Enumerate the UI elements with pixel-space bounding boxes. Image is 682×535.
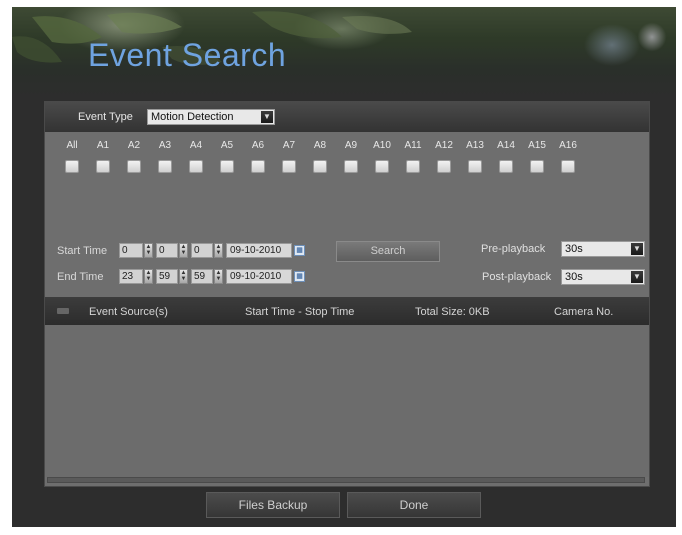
camera-label: A1 — [96, 140, 110, 151]
pre-playback-label: Pre-playback — [481, 243, 546, 255]
camera-checkbox[interactable] — [561, 160, 575, 173]
pre-playback-value: 30s — [565, 243, 583, 255]
camera-label: All — [66, 140, 78, 151]
camera-checkbox[interactable] — [344, 160, 358, 173]
start-hour-field[interactable]: 0 — [119, 243, 143, 258]
end-hour-spinner[interactable]: ▲ ▼ — [144, 269, 153, 284]
post-playback-value: 30s — [565, 271, 583, 283]
camera-label: A9 — [344, 140, 358, 151]
start-minute-spinner[interactable]: ▲ ▼ — [179, 243, 188, 258]
camera-checkbox[interactable] — [251, 160, 265, 173]
page-title: Event Search — [88, 37, 287, 73]
col-event-source: Event Source(s) — [89, 306, 168, 318]
camera-checkbox[interactable] — [65, 160, 79, 173]
camera-checkbox[interactable] — [313, 160, 327, 173]
camera-label: A5 — [220, 140, 234, 151]
end-minute-spinner[interactable]: ▲ ▼ — [179, 269, 188, 284]
camera-label: A6 — [251, 140, 265, 151]
camera-label: A3 — [158, 140, 172, 151]
camera-label: A13 — [466, 140, 484, 151]
end-date-field[interactable]: 09-10-2010 — [226, 269, 292, 284]
end-calendar-icon[interactable]: ▦ — [294, 271, 305, 282]
start-minute-field[interactable]: 0 — [156, 243, 178, 258]
camera-checkbox[interactable] — [437, 160, 451, 173]
start-calendar-icon[interactable]: ▦ — [294, 245, 305, 256]
event-type-select[interactable]: Motion Detection ▼ — [147, 109, 275, 125]
camera-checkbox-row: All A1 A2 A3 A4 A5 A6 A7 A8 A9 A10 A11 A12 A13 A14 A15 A… — [45, 140, 649, 190]
start-date-field[interactable]: 09-10-2010 — [226, 243, 292, 258]
results-list[interactable] — [45, 325, 649, 477]
pre-playback-select[interactable]: 30s ▼ — [561, 241, 645, 257]
camera-label: A15 — [528, 140, 546, 151]
camera-checkbox[interactable] — [468, 160, 482, 173]
camera-checkbox[interactable] — [189, 160, 203, 173]
start-second-spinner[interactable]: ▲ ▼ — [214, 243, 223, 258]
camera-label: A16 — [559, 140, 577, 151]
camera-checkbox[interactable] — [499, 160, 513, 173]
camera-label: A14 — [497, 140, 515, 151]
col-start-stop-time: Start Time - Stop Time — [245, 306, 355, 318]
chevron-down-icon: ▼ — [261, 111, 273, 123]
results-header: Event Source(s) Start Time - Stop Time T… — [45, 297, 649, 325]
event-type-value: Motion Detection — [151, 111, 234, 123]
camera-checkbox[interactable] — [406, 160, 420, 173]
chevron-down-icon: ▼ — [631, 271, 643, 283]
files-backup-button[interactable]: Files Backup — [206, 492, 340, 518]
camera-label: A12 — [435, 140, 453, 151]
select-all-checkbox[interactable] — [57, 308, 69, 314]
end-second-field[interactable]: 59 — [191, 269, 213, 284]
camera-label: A8 — [313, 140, 327, 151]
post-playback-label: Post-playback — [482, 271, 552, 283]
event-search-window: Event Search Event Type Motion Detection… — [12, 7, 676, 527]
results-scrollbar[interactable] — [47, 477, 645, 483]
total-size: Total Size: 0KB — [415, 306, 490, 318]
camera-checkbox[interactable] — [375, 160, 389, 173]
camera-label: A4 — [189, 140, 203, 151]
camera-checkbox[interactable] — [127, 160, 141, 173]
camera-label: A7 — [282, 140, 296, 151]
event-type-bar: Event Type Motion Detection ▼ — [45, 102, 649, 132]
camera-checkbox[interactable] — [530, 160, 544, 173]
chevron-down-icon: ▼ — [631, 243, 643, 255]
end-second-spinner[interactable]: ▲ ▼ — [214, 269, 223, 284]
camera-checkbox[interactable] — [96, 160, 110, 173]
end-time-label: End Time — [57, 271, 104, 283]
camera-checkbox[interactable] — [282, 160, 296, 173]
start-hour-spinner[interactable]: ▲ ▼ — [144, 243, 153, 258]
event-type-label: Event Type — [78, 111, 133, 123]
camera-label: A10 — [373, 140, 391, 151]
col-camera-no: Camera No. — [554, 306, 614, 318]
post-playback-select[interactable]: 30s ▼ — [561, 269, 645, 285]
search-panel: Event Type Motion Detection ▼ All A1 A2 A3 A… — [44, 101, 650, 487]
done-button[interactable]: Done — [347, 492, 481, 518]
search-button[interactable]: Search — [336, 241, 440, 262]
start-time-label: Start Time — [57, 245, 108, 257]
camera-checkbox[interactable] — [158, 160, 172, 173]
header-banner: Event Search — [12, 7, 676, 97]
end-minute-field[interactable]: 59 — [156, 269, 178, 284]
camera-checkbox[interactable] — [220, 160, 234, 173]
end-hour-field[interactable]: 23 — [119, 269, 143, 284]
camera-label: A11 — [404, 140, 422, 151]
start-second-field[interactable]: 0 — [191, 243, 213, 258]
camera-label: A2 — [127, 140, 141, 151]
